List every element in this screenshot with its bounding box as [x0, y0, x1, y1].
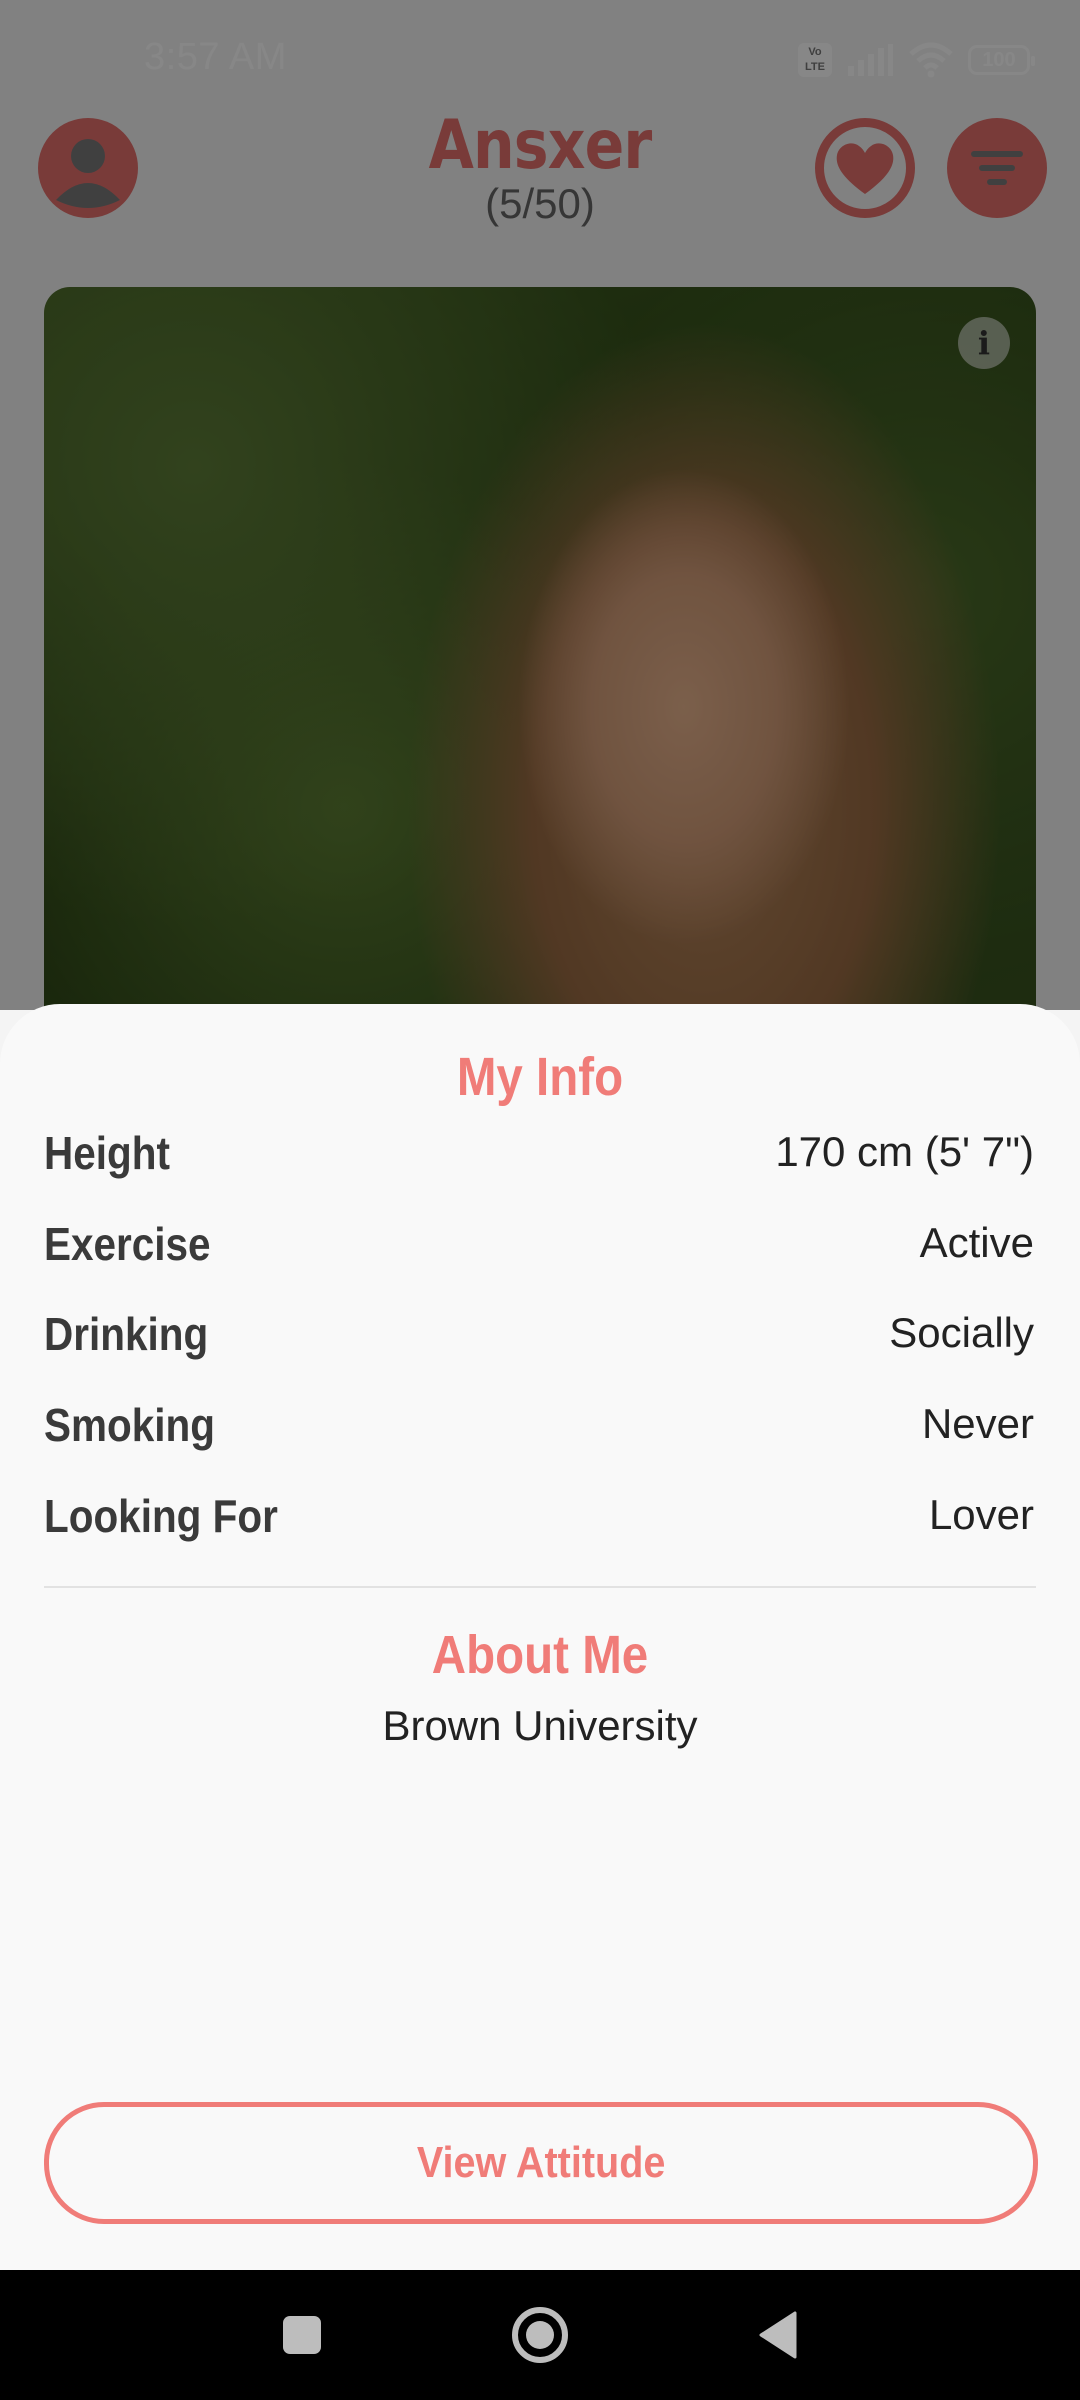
info-label: Looking For: [44, 1490, 278, 1542]
home-circle-icon: [512, 2307, 568, 2363]
section-divider: [44, 1586, 1036, 1588]
info-value: Lover: [928, 1491, 1034, 1538]
screen: { "status_bar": { "time": "3:57 AM", "vo…: [0, 0, 1080, 2400]
view-attitude-button[interactable]: View Attitude: [44, 2102, 1038, 2224]
info-value: Active: [919, 1219, 1034, 1266]
my-info-title: My Info: [456, 1047, 624, 1107]
about-me-text: Brown University: [382, 1702, 698, 1749]
about-me-title: About Me: [431, 1625, 649, 1685]
view-attitude-label: View Attitude: [416, 2138, 666, 2187]
back-button[interactable]: [738, 2270, 818, 2400]
info-label: Smoking: [44, 1399, 215, 1451]
info-label: Exercise: [44, 1218, 211, 1270]
info-value: Socially: [889, 1309, 1034, 1356]
info-bottom-sheet: My Info Height 170 cm (5' 7") Exercise A…: [0, 1004, 1080, 2270]
back-triangle-icon: [759, 2311, 797, 2359]
info-row-smoking: Smoking Never: [44, 1398, 1036, 1468]
info-label: Height: [44, 1127, 170, 1179]
info-row-height: Height 170 cm (5' 7"): [44, 1126, 1036, 1196]
info-label: Drinking: [44, 1308, 209, 1360]
home-button[interactable]: [500, 2270, 580, 2400]
square-nav-icon: [283, 2316, 321, 2354]
modal-scrim[interactable]: [0, 0, 1080, 1010]
info-row-drinking: Drinking Socially: [44, 1307, 1036, 1377]
system-nav-bar: [0, 2270, 1080, 2400]
recents-button[interactable]: [262, 2270, 342, 2400]
info-row-exercise: Exercise Active: [44, 1217, 1036, 1287]
info-value: Never: [921, 1400, 1034, 1447]
info-row-looking-for: Looking For Lover: [44, 1489, 1036, 1559]
info-value: 170 cm (5' 7"): [775, 1128, 1034, 1175]
